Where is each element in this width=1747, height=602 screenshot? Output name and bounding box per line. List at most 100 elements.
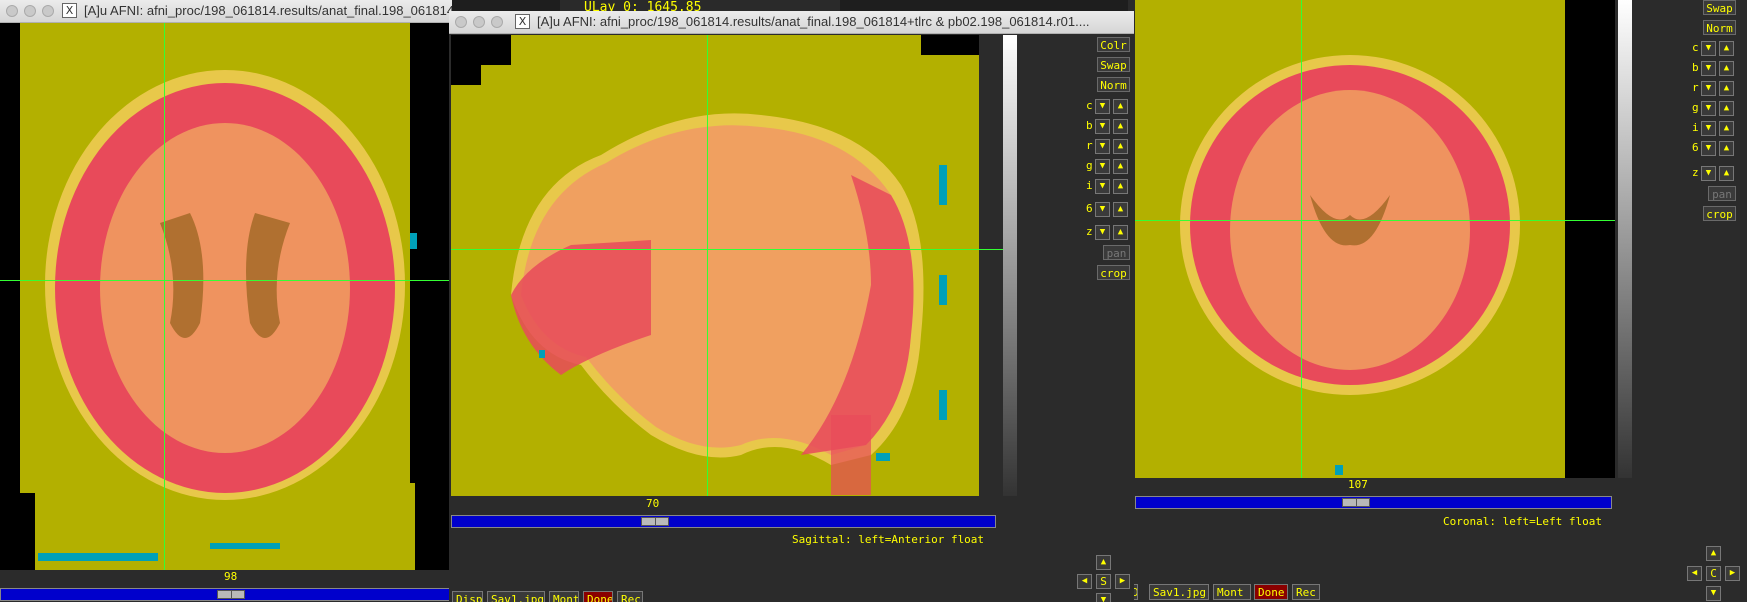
sagittal-r-down-arrow[interactable]: ▼ [1095, 139, 1110, 154]
minimize-button[interactable] [24, 5, 36, 17]
coronal-r-down-arrow[interactable]: ▼ [1701, 81, 1716, 96]
sagittal-disp-button[interactable]: Disp [452, 591, 483, 602]
sagittal-orientation-info: Sagittal: left=Anterior float [792, 533, 985, 546]
coronal-crop-button[interactable]: crop [1703, 206, 1736, 221]
coronal-done-button[interactable]: Done [1254, 584, 1288, 600]
coronal-nav-left-arrow[interactable]: ◀ [1687, 566, 1702, 581]
coronal-ctrl-label-r: r [1692, 81, 1699, 94]
sagittal-nav-left-arrow[interactable]: ◀ [1077, 574, 1092, 589]
axial-image[interactable] [0, 23, 452, 570]
minimize-button[interactable] [473, 16, 485, 28]
sagittal-crop-button[interactable]: crop [1097, 265, 1130, 280]
coronal-g-down-arrow[interactable]: ▼ [1701, 101, 1716, 116]
sagittal-ctrl-label-b: b [1086, 119, 1093, 132]
coronal-swap-button[interactable]: Swap [1703, 0, 1736, 15]
sagittal-6-down-arrow[interactable]: ▼ [1095, 202, 1110, 217]
coronal-i-up-arrow[interactable]: ▲ [1719, 121, 1734, 136]
close-button[interactable] [6, 5, 18, 17]
sagittal-b-up-arrow[interactable]: ▲ [1113, 119, 1128, 134]
coronal-g-up-arrow[interactable]: ▲ [1719, 101, 1734, 116]
coronal-z-down-arrow[interactable]: ▼ [1701, 166, 1716, 181]
axial-brain-svg [0, 23, 452, 570]
axial-window[interactable]: X [A]u AFNI: afni_proc/198_061814.result… [0, 0, 452, 602]
sagittal-i-down-arrow[interactable]: ▼ [1095, 179, 1110, 194]
sagittal-nav-down-arrow[interactable]: ▼ [1096, 593, 1111, 602]
sagittal-pan-button[interactable]: pan [1103, 245, 1130, 260]
coronal-ctrl-label-b: b [1692, 61, 1699, 74]
coronal-b-down-arrow[interactable]: ▼ [1701, 61, 1716, 76]
coronal-i-down-arrow[interactable]: ▼ [1701, 121, 1716, 136]
sagittal-6-up-arrow[interactable]: ▲ [1113, 202, 1128, 217]
sagittal-slider-thumb[interactable] [641, 517, 669, 526]
coronal-ctrl-label-c: c [1692, 41, 1699, 54]
sagittal-crosshair-h [451, 249, 1003, 250]
sagittal-colorbar[interactable] [1003, 35, 1017, 496]
coronal-nav-down-arrow[interactable]: ▼ [1706, 586, 1721, 601]
sagittal-window[interactable]: X [A]u AFNI: afni_proc/198_061814.result… [449, 11, 1134, 602]
close-button[interactable] [455, 16, 467, 28]
coronal-b-up-arrow[interactable]: ▲ [1719, 61, 1734, 76]
sagittal-b-down-arrow[interactable]: ▼ [1095, 119, 1110, 134]
sagittal-i-up-arrow[interactable]: ▲ [1113, 179, 1128, 194]
coronal-z-up-arrow[interactable]: ▲ [1719, 166, 1734, 181]
sagittal-g-down-arrow[interactable]: ▼ [1095, 159, 1110, 174]
coronal-sav1-button[interactable]: Sav1.jpg [1149, 584, 1209, 600]
sagittal-nav-right-arrow[interactable]: ▶ [1115, 574, 1130, 589]
sagittal-ctrl-label-g: g [1086, 159, 1093, 172]
coronal-nav-right-arrow[interactable]: ▶ [1725, 566, 1740, 581]
sagittal-done-button[interactable]: Done [583, 591, 613, 602]
coronal-6-up-arrow[interactable]: ▲ [1719, 141, 1734, 156]
coronal-nav-center[interactable]: C [1706, 566, 1721, 581]
coronal-c-down-arrow[interactable]: ▼ [1701, 41, 1716, 56]
sagittal-nav-center[interactable]: S [1096, 574, 1111, 589]
coronal-slice-slider[interactable] [1135, 496, 1612, 509]
coronal-nav-up-arrow[interactable]: ▲ [1706, 546, 1721, 561]
sagittal-colr-button[interactable]: Colr [1097, 37, 1130, 52]
sagittal-g-up-arrow[interactable]: ▲ [1113, 159, 1128, 174]
coronal-pan-button[interactable]: pan [1708, 186, 1736, 201]
sagittal-sav1-button[interactable]: Sav1.jpg [487, 591, 545, 602]
sagittal-c-up-arrow[interactable]: ▲ [1113, 99, 1128, 114]
coronal-6-down-arrow[interactable]: ▼ [1701, 141, 1716, 156]
sagittal-ctrl-label-z: z [1086, 225, 1093, 238]
coronal-mont-button[interactable]: Mont [1213, 584, 1251, 600]
sagittal-ctrl-label-i: i [1086, 179, 1093, 192]
coronal-rec-button[interactable]: Rec [1292, 584, 1320, 600]
sagittal-norm-button[interactable]: Norm [1097, 77, 1130, 92]
coronal-window[interactable]: Swap Norm c ▼ ▲ b ▼ ▲ r ▼ ▲ g ▼ ▲ i ▼ ▲ … [1128, 0, 1747, 602]
window-controls[interactable] [455, 16, 509, 31]
sagittal-slice-slider[interactable] [451, 515, 996, 528]
sagittal-rec-button[interactable]: Rec [617, 591, 643, 602]
zoom-button[interactable] [491, 16, 503, 28]
sagittal-c-down-arrow[interactable]: ▼ [1095, 99, 1110, 114]
coronal-norm-button[interactable]: Norm [1703, 20, 1736, 35]
sagittal-crosshair-v [707, 35, 708, 496]
window-controls[interactable] [6, 5, 60, 20]
x11-icon: X [515, 14, 530, 29]
axial-titlebar[interactable]: X [A]u AFNI: afni_proc/198_061814.result… [0, 0, 452, 23]
sagittal-titlebar[interactable]: X [A]u AFNI: afni_proc/198_061814.result… [449, 11, 1134, 34]
axial-slice-slider[interactable] [0, 588, 452, 601]
coronal-crosshair-h [1135, 220, 1615, 221]
coronal-ctrl-label-i: i [1692, 121, 1699, 134]
zoom-button[interactable] [42, 5, 54, 17]
axial-crosshair-h [0, 280, 452, 281]
coronal-r-up-arrow[interactable]: ▲ [1719, 81, 1734, 96]
coronal-c-up-arrow[interactable]: ▲ [1719, 41, 1734, 56]
sagittal-ctrl-label-c: c [1086, 99, 1093, 112]
sagittal-z-up-arrow[interactable]: ▲ [1113, 225, 1128, 240]
axial-crosshair-v [164, 23, 165, 570]
axial-slice-number: 98 [224, 570, 238, 583]
coronal-orientation-info: Coronal: left=Left float [1443, 515, 1602, 528]
sagittal-mont-button[interactable]: Mont [549, 591, 579, 602]
coronal-colorbar[interactable] [1618, 0, 1632, 478]
sagittal-r-up-arrow[interactable]: ▲ [1113, 139, 1128, 154]
axial-slider-thumb[interactable] [217, 590, 245, 599]
sagittal-swap-button[interactable]: Swap [1097, 57, 1130, 72]
sagittal-nav-up-arrow[interactable]: ▲ [1096, 555, 1111, 570]
coronal-slider-thumb[interactable] [1342, 498, 1370, 507]
sagittal-z-down-arrow[interactable]: ▼ [1095, 225, 1110, 240]
coronal-ctrl-label-6: 6 [1692, 141, 1699, 154]
sagittal-image[interactable] [451, 35, 1003, 496]
coronal-image[interactable] [1135, 0, 1615, 478]
